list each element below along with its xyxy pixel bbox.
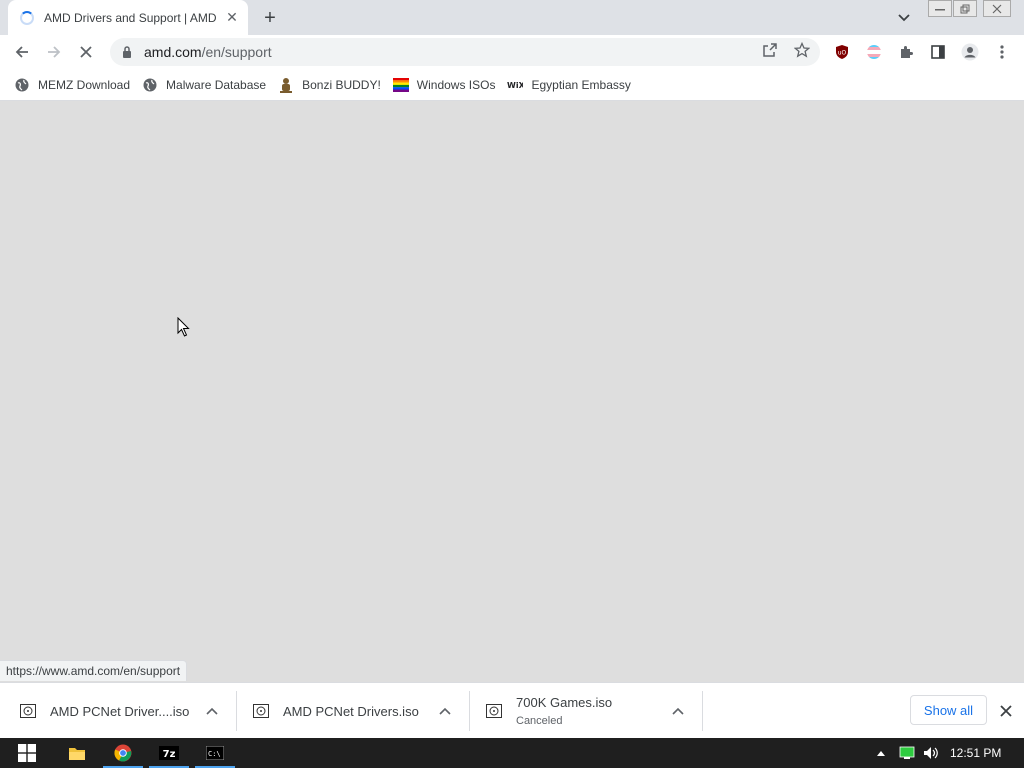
- chevron-up-icon[interactable]: [670, 703, 686, 719]
- bookmark-label: Egyptian Embassy: [531, 77, 631, 92]
- forward-button[interactable]: [42, 40, 66, 64]
- command-prompt-icon: C:\: [206, 746, 224, 760]
- network-icon[interactable]: [899, 745, 915, 761]
- stop-loading-button[interactable]: [74, 40, 98, 64]
- globe-icon: [142, 77, 158, 93]
- show-all-button[interactable]: Show all: [910, 695, 987, 725]
- 7zip-icon: 7z: [159, 746, 179, 760]
- close-shelf-icon[interactable]: [997, 702, 1015, 720]
- divider: [236, 691, 237, 731]
- divider: [469, 691, 470, 731]
- mouse-cursor-icon: [177, 317, 190, 337]
- chevron-up-icon[interactable]: [204, 703, 220, 719]
- bookmark-star-icon[interactable]: [792, 40, 812, 60]
- download-item[interactable]: AMD PCNet Driver....iso: [20, 683, 230, 739]
- trans-flag-extension-icon[interactable]: [864, 42, 884, 62]
- url-host: amd.com: [144, 44, 202, 60]
- side-panel-icon[interactable]: [928, 42, 948, 62]
- bookmark-label: MEMZ Download: [38, 77, 131, 92]
- taskbar-clock[interactable]: 12:51 PM: [950, 738, 1001, 768]
- file-explorer-taskbar-button[interactable]: [55, 738, 99, 768]
- minimize-button[interactable]: [928, 0, 952, 17]
- download-filename: AMD PCNet Driver....iso: [50, 703, 190, 719]
- iso-file-icon: [20, 704, 36, 718]
- bookmark-windows-isos[interactable]: Windows ISOs: [391, 73, 504, 97]
- volume-icon[interactable]: [923, 745, 939, 761]
- tab-strip: AMD Drivers and Support | AMD ✕ +: [0, 0, 1024, 35]
- bookmark-malware-database[interactable]: Malware Database: [140, 73, 274, 97]
- bookmarks-bar: MEMZ Download Malware Database Bonzi BUD…: [0, 69, 1024, 101]
- start-button[interactable]: [5, 738, 49, 768]
- bookmark-egyptian-embassy[interactable]: WiX Egyptian Embassy: [505, 73, 638, 97]
- iso-file-icon: [486, 704, 502, 718]
- divider: [702, 691, 703, 731]
- download-item[interactable]: AMD PCNet Drivers.iso: [253, 683, 463, 739]
- chrome-icon: [114, 744, 132, 762]
- back-button[interactable]: [10, 40, 34, 64]
- svg-text:WiX: WiX: [507, 81, 523, 90]
- bookmark-bonzi-buddy[interactable]: Bonzi BUDDY!: [276, 73, 389, 97]
- share-icon[interactable]: [760, 40, 780, 60]
- status-url-bubble: https://www.amd.com/en/support: [0, 660, 188, 681]
- browser-toolbar: amd.com/en/support uO: [0, 35, 1024, 69]
- svg-text:C:\: C:\: [208, 750, 221, 758]
- bookmark-label: Bonzi BUDDY!: [302, 77, 381, 92]
- download-status: Canceled: [516, 715, 563, 727]
- command-prompt-taskbar-button[interactable]: C:\: [193, 738, 237, 768]
- tab-title: AMD Drivers and Support | AMD: [44, 10, 217, 25]
- folder-icon: [69, 748, 85, 760]
- restore-button[interactable]: [953, 0, 977, 17]
- loading-spinner-icon: [20, 10, 34, 25]
- chevron-up-icon[interactable]: [437, 703, 453, 719]
- tab-search-chevron-icon[interactable]: [894, 8, 914, 28]
- bookmark-memz-download[interactable]: MEMZ Download: [12, 73, 138, 97]
- 7zip-taskbar-button[interactable]: 7z: [147, 738, 191, 768]
- globe-icon: [14, 77, 30, 93]
- bookmark-label: Malware Database: [166, 77, 267, 92]
- wix-icon: WiX: [507, 77, 523, 93]
- menu-kebab-icon[interactable]: [992, 42, 1012, 62]
- chrome-taskbar-button[interactable]: [101, 738, 145, 768]
- page-content-area: [0, 102, 1024, 682]
- extensions-puzzle-icon[interactable]: [896, 42, 916, 62]
- new-tab-button[interactable]: +: [258, 6, 282, 30]
- download-filename: AMD PCNet Drivers.iso: [283, 703, 419, 719]
- iso-file-icon: [253, 704, 269, 718]
- address-bar[interactable]: amd.com/en/support: [110, 38, 820, 66]
- lock-icon[interactable]: [120, 45, 134, 59]
- close-window-button[interactable]: [983, 0, 1011, 17]
- rainbow-flag-icon: [392, 77, 409, 93]
- url-path: /en/support: [201, 44, 272, 60]
- download-item[interactable]: 700K Games.iso Canceled: [486, 683, 696, 739]
- svg-text:uO: uO: [838, 50, 847, 57]
- download-shelf: AMD PCNet Driver....iso AMD PCNet Driver…: [0, 682, 1024, 738]
- tray-overflow-chevron-icon[interactable]: [873, 745, 889, 761]
- tab-amd-support[interactable]: AMD Drivers and Support | AMD ✕: [8, 0, 248, 35]
- windows-logo-icon: [18, 744, 36, 762]
- bookmark-label: Windows ISOs: [416, 77, 496, 92]
- bonzi-icon: [278, 77, 294, 93]
- svg-text:7z: 7z: [163, 749, 176, 760]
- ublock-origin-icon[interactable]: uO: [832, 42, 852, 62]
- windows-taskbar: 7z C:\ 12:51 PM: [0, 738, 1024, 768]
- download-filename: 700K Games.iso: [516, 695, 613, 710]
- profile-avatar-icon[interactable]: [960, 42, 980, 62]
- tab-close-icon[interactable]: ✕: [224, 9, 240, 26]
